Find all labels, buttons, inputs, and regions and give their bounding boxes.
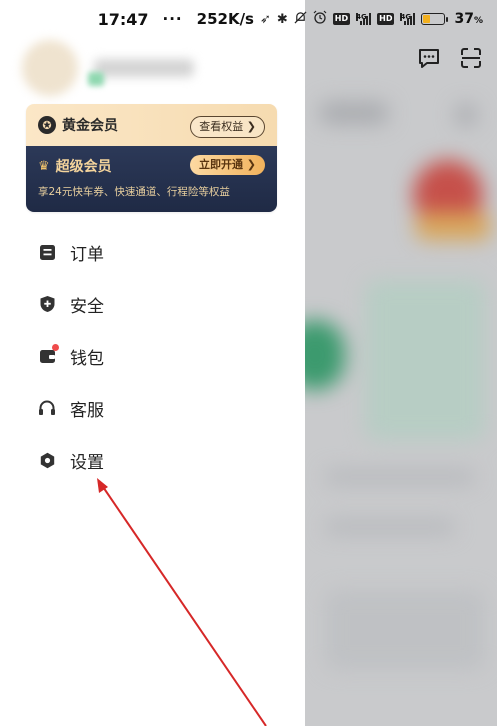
side-drawer: ✪ 黄金会员 查看权益 ❯ ♛ 超级会员 立即开通 ❯ 享24元快车券、快速通道… xyxy=(0,0,305,726)
background-app-toolbar xyxy=(417,46,483,70)
chevron-right-icon: ❯ xyxy=(242,158,256,171)
crown-icon: ♛ xyxy=(38,158,50,174)
battery-percent: 37% xyxy=(454,11,483,27)
shield-icon xyxy=(38,295,56,313)
gold-member-row[interactable]: ✪ 黄金会员 查看权益 ❯ xyxy=(26,104,277,146)
menu-item-label: 订单 xyxy=(70,244,104,265)
hd-voice-badge: HD xyxy=(332,13,351,25)
message-icon[interactable] xyxy=(417,46,441,70)
menu-item-customer-service[interactable]: 客服 xyxy=(38,382,278,434)
signal-icon: 4G xyxy=(356,13,372,25)
menu-item-label: 钱包 xyxy=(70,348,104,369)
gold-badge-icon: ✪ xyxy=(38,116,56,134)
bell-muted-icon xyxy=(294,11,307,28)
avatar[interactable] xyxy=(22,40,78,96)
bluetooth-icon: ✱ xyxy=(276,11,288,27)
location-icon: ➶ xyxy=(259,11,271,27)
hd-voice-badge-2: HD xyxy=(377,13,395,25)
network-speed: 252K/s xyxy=(196,10,254,28)
drawer-menu: 订单 安全 钱包 客服 设置 xyxy=(38,226,278,486)
menu-item-settings[interactable]: 设置 xyxy=(38,434,278,486)
status-time: 17:47 xyxy=(97,9,149,29)
menu-item-orders[interactable]: 订单 xyxy=(38,226,278,278)
scan-icon[interactable] xyxy=(459,46,483,70)
menu-item-label: 客服 xyxy=(70,400,104,421)
menu-item-wallet[interactable]: 钱包 xyxy=(38,330,278,382)
gold-member-title: 黄金会员 xyxy=(62,118,118,134)
super-member-title: 超级会员 xyxy=(55,159,112,175)
menu-item-security[interactable]: 安全 xyxy=(38,278,278,330)
gear-icon xyxy=(38,451,56,469)
username-blurred xyxy=(94,59,194,77)
alarm-icon xyxy=(313,10,327,28)
headset-icon xyxy=(38,399,56,417)
wallet-icon xyxy=(38,344,59,365)
open-now-button[interactable]: 立即开通 ❯ xyxy=(189,155,265,175)
menu-item-label: 设置 xyxy=(70,452,104,473)
user-profile[interactable] xyxy=(22,40,194,96)
membership-card: ✪ 黄金会员 查看权益 ❯ ♛ 超级会员 立即开通 ❯ 享24元快车券、快速通道… xyxy=(26,104,277,212)
menu-item-label: 安全 xyxy=(70,296,104,317)
status-bar: 17:47 ··· 252K/s ➶ ✱ HD 4G HD 4G 37% xyxy=(0,0,497,38)
super-member-description: 享24元快车券、快速通道、行程险等权益 xyxy=(38,186,230,198)
super-member-row[interactable]: ♛ 超级会员 立即开通 ❯ 享24元快车券、快速通道、行程险等权益 xyxy=(26,146,277,212)
profile-badge xyxy=(88,72,104,86)
order-list-icon xyxy=(38,243,56,261)
chevron-right-icon: ❯ xyxy=(243,120,256,133)
background-app-overlay[interactable] xyxy=(305,0,497,726)
screen: 17:47 ··· 252K/s ➶ ✱ HD 4G HD 4G 37% ✪ 黄… xyxy=(0,0,497,726)
signal-icon-2: 4G xyxy=(400,13,416,25)
view-benefits-button[interactable]: 查看权益 ❯ xyxy=(190,116,265,138)
wallet-notification-dot xyxy=(52,344,59,351)
background-app-blurred-content xyxy=(305,0,497,726)
battery-icon xyxy=(421,13,449,25)
status-more-dots: ··· xyxy=(162,10,183,28)
